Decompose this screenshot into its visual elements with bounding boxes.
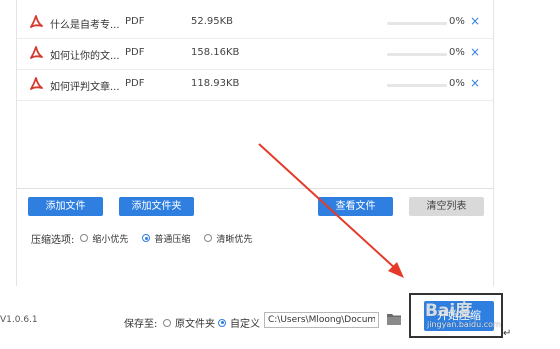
save-path-input[interactable]: [264, 312, 379, 328]
pdf-icon: [30, 77, 43, 90]
compress-options: 压缩选项: 缩小优先 普通压缩 清晰优先: [31, 231, 266, 246]
row-divider: [17, 100, 493, 101]
save-to-label: 保存至:: [124, 319, 158, 330]
compress-label: 压缩选项:: [31, 234, 75, 246]
progress-bar: [387, 22, 447, 25]
start-button-highlight: 开始压缩: [409, 293, 503, 338]
file-list: 什么是自考专... PDF 52.95KB 0% × 如何让你的文... PDF…: [17, 0, 493, 188]
cursor-return-icon: ↵: [503, 328, 512, 339]
file-type: PDF: [125, 16, 145, 27]
folder-icon[interactable]: [386, 312, 402, 326]
radio-button[interactable]: [163, 318, 171, 327]
radio-button[interactable]: [218, 318, 226, 327]
file-size: 118.93KB: [191, 78, 240, 89]
file-type: PDF: [125, 47, 145, 58]
progress-text: 0%: [449, 16, 465, 27]
list-divider: [17, 188, 493, 189]
file-row[interactable]: 如何评判文章... PDF 118.93KB 0% ×: [17, 70, 493, 101]
progress-bar: [387, 53, 447, 56]
clear-list-button[interactable]: 清空列表: [409, 197, 484, 216]
progress-text: 0%: [449, 47, 465, 58]
pdf-icon: [30, 46, 43, 59]
start-compress-button[interactable]: 开始压缩: [424, 301, 494, 331]
radio-button[interactable]: [80, 234, 89, 242]
file-name: 如何让你的文...: [50, 51, 120, 62]
file-row[interactable]: 什么是自考专... PDF 52.95KB 0% ×: [17, 8, 493, 39]
add-folder-button[interactable]: 添加文件夹: [119, 197, 194, 216]
radio-label: 清晰优先: [216, 234, 253, 245]
radio-label: 原文件夹: [175, 319, 215, 330]
radio-button[interactable]: [142, 234, 151, 242]
remove-file-button[interactable]: ×: [470, 76, 480, 90]
file-row[interactable]: 如何让你的文... PDF 158.16KB 0% ×: [17, 39, 493, 70]
radio-label: 自定义: [230, 319, 260, 330]
view-files-button[interactable]: 查看文件: [318, 197, 393, 216]
remove-file-button[interactable]: ×: [470, 14, 480, 28]
pdf-icon: [30, 15, 43, 28]
file-name: 什么是自考专...: [50, 20, 120, 31]
radio-button[interactable]: [204, 234, 213, 242]
progress-text: 0%: [449, 78, 465, 89]
file-type: PDF: [125, 78, 145, 89]
version-label: V1.0.6.1: [0, 315, 38, 325]
file-name: 如何评判文章...: [50, 82, 120, 93]
compress-option-smaller[interactable]: 缩小优先: [80, 232, 128, 245]
file-size: 158.16KB: [191, 47, 240, 58]
save-original-folder-option[interactable]: 原文件夹: [163, 315, 215, 330]
radio-label: 普通压缩: [154, 234, 191, 245]
add-file-button[interactable]: 添加文件: [28, 197, 103, 216]
radio-label: 缩小优先: [92, 234, 129, 245]
main-panel: 什么是自考专... PDF 52.95KB 0% × 如何让你的文... PDF…: [16, 0, 494, 286]
save-custom-option[interactable]: 自定义: [218, 315, 260, 330]
compress-option-clearer[interactable]: 清晰优先: [204, 232, 252, 245]
progress-bar: [387, 84, 447, 87]
file-size: 52.95KB: [191, 16, 234, 27]
compress-option-normal[interactable]: 普通压缩: [142, 232, 190, 245]
remove-file-button[interactable]: ×: [470, 45, 480, 59]
